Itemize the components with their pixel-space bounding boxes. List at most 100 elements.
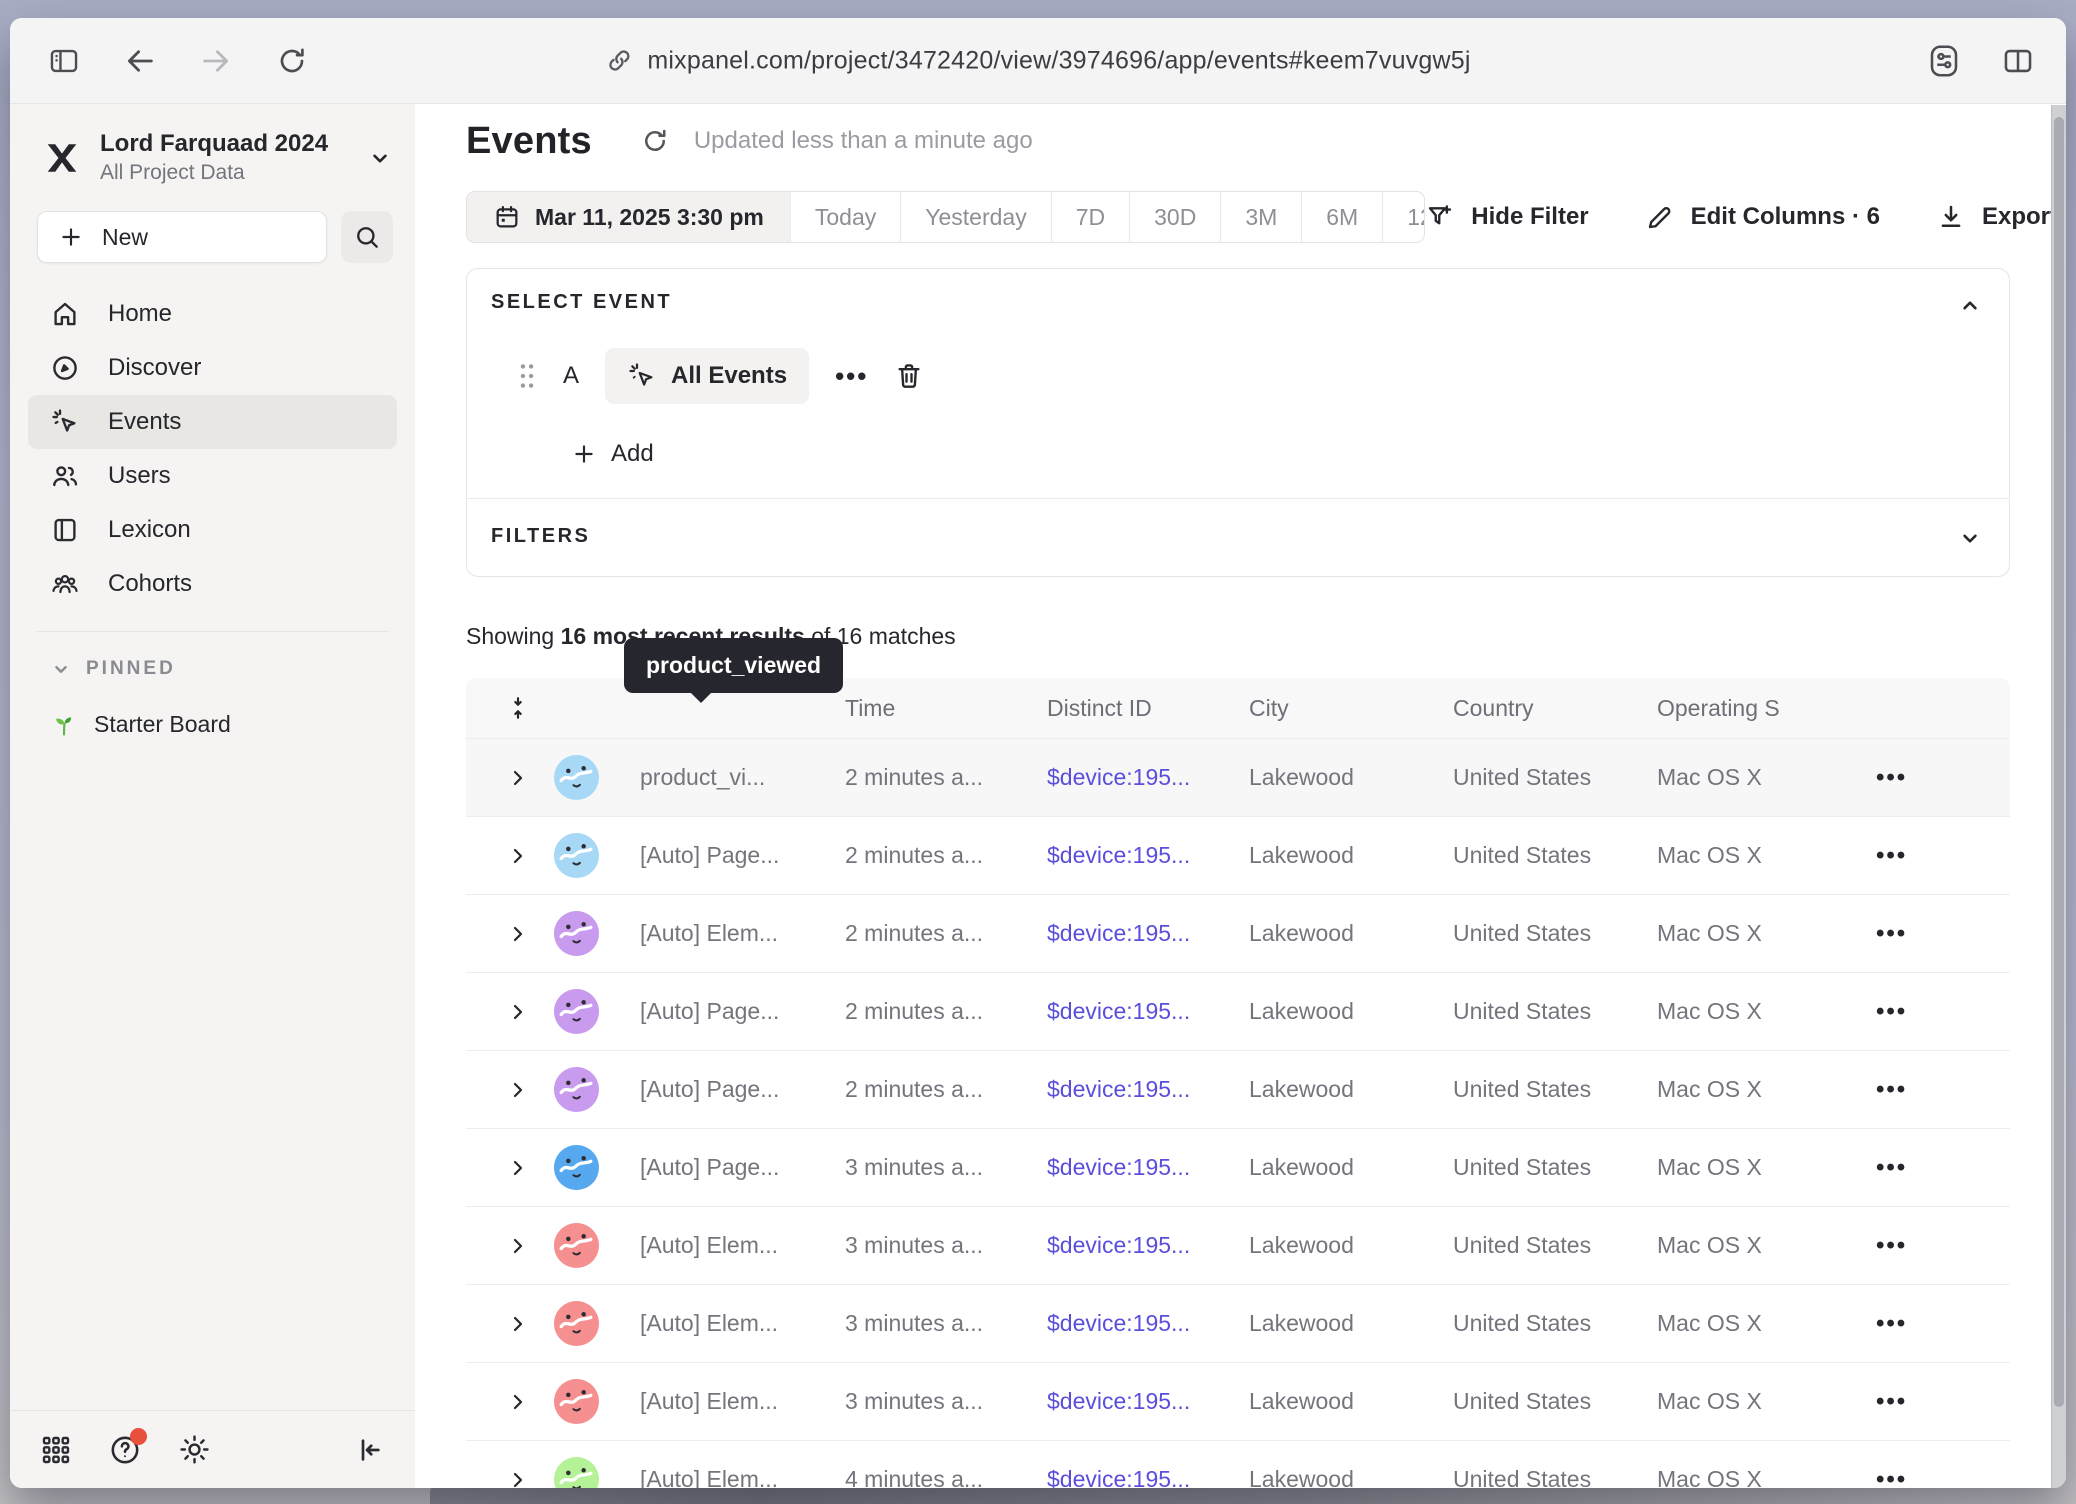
- scrollbar-thumb[interactable]: [2054, 117, 2064, 1407]
- table-row[interactable]: [Auto] Page...2 minutes a...$device:195.…: [466, 816, 2010, 894]
- row-more-button[interactable]: •••: [1846, 1232, 2010, 1260]
- range-segment-6m[interactable]: 6M: [1302, 192, 1383, 242]
- range-segment-12m[interactable]: 12M: [1383, 192, 1425, 242]
- split-view-icon[interactable]: [2000, 43, 2036, 79]
- table-row[interactable]: [Auto] Page...2 minutes a...$device:195.…: [466, 972, 2010, 1050]
- table-row[interactable]: [Auto] Elem...3 minutes a...$device:195.…: [466, 1362, 2010, 1440]
- expand-row-icon[interactable]: [494, 1000, 542, 1024]
- collapse-all-icon[interactable]: [494, 695, 542, 721]
- table-row[interactable]: [Auto] Page...2 minutes a...$device:195.…: [466, 1050, 2010, 1128]
- chevron-up-icon[interactable]: [1957, 293, 1983, 319]
- export-button[interactable]: Export: [1936, 202, 2058, 232]
- event-name-cell: [Auto] Page...: [608, 1154, 845, 1181]
- row-more-button[interactable]: •••: [1846, 998, 2010, 1026]
- event-name-cell: [Auto] Elem...: [608, 1466, 845, 1488]
- chevron-down-icon: [367, 145, 393, 171]
- distinct-id-link[interactable]: $device:195...: [1047, 842, 1249, 869]
- expand-row-icon[interactable]: [494, 1468, 542, 1489]
- row-more-button[interactable]: •••: [1846, 920, 2010, 948]
- expand-row-icon[interactable]: [494, 766, 542, 790]
- table-row[interactable]: product_vi...2 minutes a...$device:195..…: [466, 738, 2010, 816]
- event-avatar: [554, 833, 599, 878]
- new-button[interactable]: New: [37, 211, 327, 263]
- sidebar-item-cohorts[interactable]: Cohorts: [28, 557, 397, 611]
- filter-plus-icon: [1425, 202, 1455, 232]
- distinct-id-link[interactable]: $device:195...: [1047, 1154, 1249, 1181]
- row-more-button[interactable]: •••: [1846, 1466, 2010, 1489]
- range-segment-3m[interactable]: 3M: [1221, 192, 1302, 242]
- column-header-city[interactable]: City: [1249, 695, 1453, 722]
- column-header-country[interactable]: Country: [1453, 695, 1657, 722]
- table-row[interactable]: [Auto] Elem...2 minutes a...$device:195.…: [466, 894, 2010, 972]
- row-more-button[interactable]: •••: [1846, 1154, 2010, 1182]
- distinct-id-link[interactable]: $device:195...: [1047, 1310, 1249, 1337]
- date-picker-segment[interactable]: Mar 11, 2025 3:30 pm: [467, 192, 791, 242]
- row-more-button[interactable]: •••: [1846, 764, 2010, 792]
- apps-grid-icon[interactable]: [40, 1434, 72, 1466]
- pinned-section-header[interactable]: PINNED: [10, 632, 415, 680]
- row-more-button[interactable]: •••: [1846, 1388, 2010, 1416]
- range-segment-today[interactable]: Today: [791, 192, 901, 242]
- event-more-button[interactable]: •••: [835, 361, 868, 392]
- expand-row-icon[interactable]: [494, 1078, 542, 1102]
- event-avatar: [554, 1145, 599, 1190]
- sidebar-item-discover[interactable]: Discover: [28, 341, 397, 395]
- distinct-id-link[interactable]: $device:195...: [1047, 764, 1249, 791]
- search-button[interactable]: [341, 211, 393, 263]
- row-more-button[interactable]: •••: [1846, 842, 2010, 870]
- range-segment-yesterday[interactable]: Yesterday: [901, 192, 1051, 242]
- pinned-item-starter-board[interactable]: Starter Board: [10, 680, 415, 738]
- add-event-button[interactable]: Add: [571, 440, 1985, 468]
- trash-icon[interactable]: [894, 361, 924, 391]
- seedling-icon: [50, 710, 78, 738]
- main-content: Events Updated less than a minute ago Ma…: [415, 104, 2066, 1488]
- settings-gear-icon[interactable]: [178, 1433, 211, 1466]
- expand-row-icon[interactable]: [494, 844, 542, 868]
- reload-icon[interactable]: [274, 43, 310, 79]
- edit-columns-button[interactable]: Edit Columns · 6: [1645, 202, 1880, 232]
- distinct-id-link[interactable]: $device:195...: [1047, 920, 1249, 947]
- table-row[interactable]: [Auto] Elem...4 minutes a...$device:195.…: [466, 1440, 2010, 1488]
- distinct-id-link[interactable]: $device:195...: [1047, 998, 1249, 1025]
- sidebar-item-home[interactable]: Home: [28, 287, 397, 341]
- table-row[interactable]: [Auto] Elem...3 minutes a...$device:195.…: [466, 1206, 2010, 1284]
- address-bar[interactable]: mixpanel.com/project/3472420/view/397469…: [605, 46, 1470, 75]
- back-icon[interactable]: [122, 43, 158, 79]
- refresh-icon[interactable]: [640, 126, 670, 156]
- project-switcher[interactable]: Lord Farquaad 2024 All Project Data: [10, 104, 415, 193]
- background-dock-band: [430, 1486, 2076, 1504]
- distinct-id-link[interactable]: $device:195...: [1047, 1232, 1249, 1259]
- row-more-button[interactable]: •••: [1846, 1076, 2010, 1104]
- distinct-id-link[interactable]: $device:195...: [1047, 1388, 1249, 1415]
- help-button[interactable]: [108, 1433, 142, 1467]
- expand-row-icon[interactable]: [494, 1312, 542, 1336]
- sidebar-item-events[interactable]: Events: [28, 395, 397, 449]
- table-row[interactable]: [Auto] Elem...3 minutes a...$device:195.…: [466, 1284, 2010, 1362]
- expand-row-icon[interactable]: [494, 1234, 542, 1258]
- plus-icon: [58, 224, 84, 250]
- distinct-id-link[interactable]: $device:195...: [1047, 1466, 1249, 1488]
- collapse-sidebar-icon[interactable]: [353, 1434, 385, 1466]
- row-more-button[interactable]: •••: [1846, 1310, 2010, 1338]
- distinct-id-link[interactable]: $device:195...: [1047, 1076, 1249, 1103]
- page-settings-icon[interactable]: [1926, 43, 1962, 79]
- range-segment-7d[interactable]: 7D: [1052, 192, 1130, 242]
- browser-toolbar: mixpanel.com/project/3472420/view/397469…: [10, 18, 2066, 104]
- sidebar-toggle-icon[interactable]: [46, 43, 82, 79]
- column-header-distinct-id[interactable]: Distinct ID: [1047, 695, 1249, 722]
- sidebar-item-lexicon[interactable]: Lexicon: [28, 503, 397, 557]
- forward-icon: [198, 43, 234, 79]
- column-header-time[interactable]: Time: [845, 695, 1047, 722]
- expand-row-icon[interactable]: [494, 1156, 542, 1180]
- chevron-down-icon[interactable]: [1957, 525, 1983, 551]
- column-header-os[interactable]: Operating S: [1657, 695, 1846, 722]
- range-segment-30d[interactable]: 30D: [1130, 192, 1221, 242]
- drag-handle-icon[interactable]: [517, 361, 537, 391]
- sidebar-item-users[interactable]: Users: [28, 449, 397, 503]
- vertical-scrollbar[interactable]: [2051, 105, 2066, 1488]
- all-events-chip[interactable]: All Events: [605, 348, 809, 404]
- table-row[interactable]: [Auto] Page...3 minutes a...$device:195.…: [466, 1128, 2010, 1206]
- expand-row-icon[interactable]: [494, 1390, 542, 1414]
- expand-row-icon[interactable]: [494, 922, 542, 946]
- hide-filter-button[interactable]: Hide Filter: [1425, 202, 1588, 232]
